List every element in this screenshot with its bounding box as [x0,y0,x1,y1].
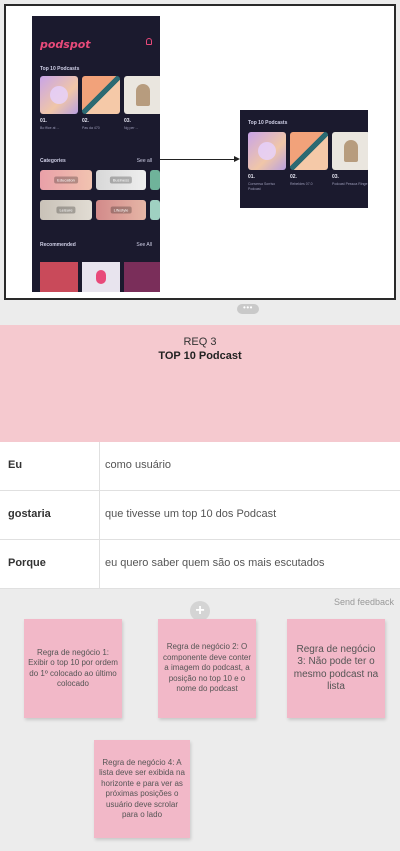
row-key: gostaria [0,491,100,539]
podcast-subtitle: Bo ffice at ... [40,126,60,130]
podcast-subtitle: Pas da 470 [82,126,100,130]
req-label: REQ 3 [183,336,217,348]
rank-label: 03. [332,174,339,180]
note-text: Regra de negócio 4: A lista deve ser exi… [99,757,185,820]
recommended-thumb [124,262,160,292]
category-tile: Leisure [40,200,92,220]
brand-logo: podspot [40,38,91,51]
podcast-cover [290,132,328,170]
story-card-header: REQ 3 TOP 10 Podcast [0,325,400,442]
podcast-subtitle: Podcast Pessoa Ringe [332,182,368,186]
category-tile [150,170,160,190]
row-key: Porque [0,540,100,588]
recommended-title: Recommended [40,242,76,248]
send-feedback-link[interactable]: Send feedback [334,597,394,607]
sticky-note[interactable]: Regra de negócio 4: A lista deve ser exi… [94,740,190,838]
see-all-link: See All [136,242,152,248]
rank-label: 01. [248,174,255,180]
story-table: Eu como usuário gostaria que tivesse um … [0,442,400,589]
phone-mockup: podspot Top 10 Podcasts 01. 02. 03. Bo f… [32,16,160,292]
story-title: TOP 10 Podcast [158,350,242,362]
podcast-cover [332,132,368,170]
category-tile: Business [96,170,146,190]
component-mockup: Top 10 Podcasts 01. 02. 03. Conversa Sor… [240,110,368,208]
sticky-note[interactable]: Regra de negócio 3: Não pode ter o mesmo… [287,619,385,718]
rank-label: 03. [124,118,131,124]
table-row: Eu como usuário [0,442,400,491]
categories-title: Categories [40,158,66,164]
table-row: gostaria que tivesse um top 10 dos Podca… [0,491,400,540]
rank-label: 01. [40,118,47,124]
top-podcasts-title: Top 10 Podcasts [40,66,80,72]
mockup-frame: podspot Top 10 Podcasts 01. 02. 03. Bo f… [4,4,396,300]
sticky-note[interactable]: Regra de negócio 2: O componente deve co… [158,619,256,718]
category-label: Lifestyle [110,206,132,214]
podcast-cover [40,76,78,114]
category-tile [150,200,160,220]
rank-label: 02. [82,118,89,124]
table-row: Porque eu quero saber quem são os mais e… [0,540,400,589]
plus-icon[interactable]: + [190,601,210,621]
connector-arrow [160,159,238,160]
more-horizontal-icon[interactable]: ••• [237,304,259,314]
podcast-cover [82,76,120,114]
podcast-subtitle: Ng per ... [124,126,139,130]
category-tile: Education [40,170,92,190]
mini-top-title: Top 10 Podcasts [248,120,288,126]
mic-icon [96,270,106,284]
row-value: como usuário [105,459,172,471]
row-key: Eu [0,442,100,490]
row-value: eu quero saber quem são os mais escutado… [105,557,325,569]
sticky-note[interactable]: Regra de negócio 1: Exibir o top 10 por … [24,619,122,718]
podcast-subtitle: Conversa Sorriso Podcast [248,182,276,191]
podcast-cover [124,76,160,114]
rank-label: 02. [290,174,297,180]
note-text: Regra de negócio 2: O componente deve co… [162,642,252,694]
podcast-subtitle: Rebeldes 07.0 [290,182,313,186]
note-text: Regra de negócio 1: Exibir o top 10 por … [28,647,118,689]
bell-icon [146,38,152,45]
category-tile: Lifestyle [96,200,146,220]
category-label: Leisure [56,206,76,214]
note-text: Regra de negócio 3: Não pode ter o mesmo… [293,643,379,693]
podcast-cover [248,132,286,170]
recommended-thumb [40,262,78,292]
see-all-link: See all [136,158,152,164]
category-label: Education [54,176,78,184]
category-label: Business [109,176,133,184]
row-value: que tivesse um top 10 dos Podcast [105,508,277,520]
